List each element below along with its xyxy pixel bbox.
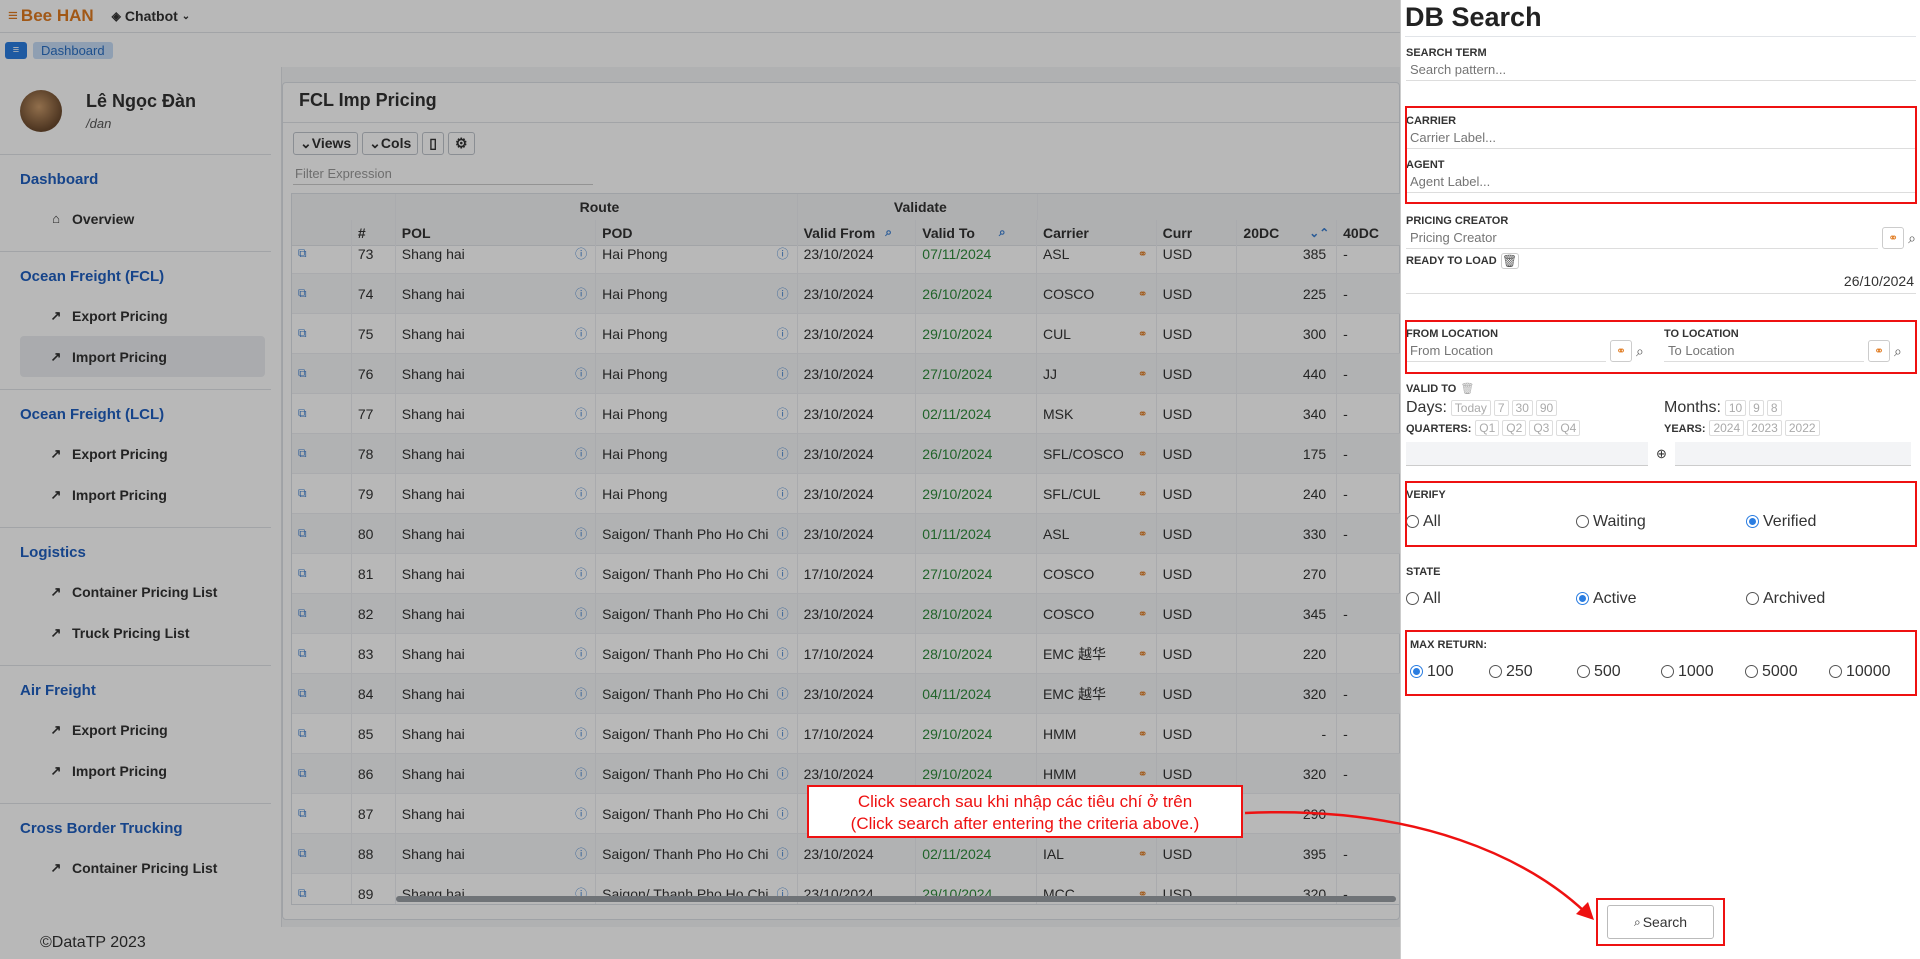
instruction-callout: Click search sau khi nhập các tiêu chí ở… bbox=[807, 785, 1243, 838]
drawer-title: DB Search bbox=[1405, 2, 1542, 32]
search-term-label: SEARCH TERM bbox=[1406, 47, 1487, 59]
search-button[interactable]: ⌕ Search bbox=[1607, 905, 1714, 939]
pricing-creator-input[interactable] bbox=[1406, 227, 1879, 249]
state-all-radio[interactable]: All bbox=[1406, 590, 1576, 608]
date-range-end-input[interactable] bbox=[1674, 442, 1911, 466]
date-range-start-input[interactable] bbox=[1406, 442, 1648, 466]
ready-to-load-label: READY TO LOAD bbox=[1406, 255, 1497, 267]
db-search-drawer: DB Search SEARCH TERM CARRIER AGENT PRIC… bbox=[1400, 0, 1920, 959]
link-icon[interactable]: ⚭ bbox=[1882, 227, 1905, 249]
days-30[interactable]: 30 bbox=[1511, 400, 1533, 416]
search-button-label: Search bbox=[1642, 914, 1688, 930]
search-term-input[interactable] bbox=[1406, 59, 1916, 81]
highlight-verify bbox=[1405, 481, 1917, 547]
months-10[interactable]: 10 bbox=[1724, 400, 1747, 416]
highlight-max-return bbox=[1405, 630, 1917, 696]
highlight-carrier-agent bbox=[1405, 106, 1917, 204]
days-7[interactable]: 7 bbox=[1493, 400, 1509, 416]
callout-line-vi: Click search sau khi nhập các tiêu chí ở… bbox=[857, 792, 1193, 811]
state-label: STATE bbox=[1406, 566, 1441, 578]
search-icon: ⌕ bbox=[1633, 914, 1641, 929]
days-today[interactable]: Today bbox=[1450, 400, 1491, 416]
days-90[interactable]: 90 bbox=[1535, 400, 1558, 416]
arrow-right-circle-icon: ⊕ bbox=[1656, 446, 1667, 461]
years-label: YEARS: bbox=[1664, 423, 1706, 435]
days-label: Days: bbox=[1406, 399, 1447, 416]
quarter-q1[interactable]: Q1 bbox=[1475, 420, 1500, 436]
year-2022[interactable]: 2022 bbox=[1784, 420, 1820, 436]
months-9[interactable]: 9 bbox=[1749, 400, 1764, 416]
months-8[interactable]: 8 bbox=[1766, 400, 1782, 416]
quarters-label: QUARTERS: bbox=[1406, 423, 1472, 435]
months-label: Months: bbox=[1664, 399, 1721, 416]
quarter-q2[interactable]: Q2 bbox=[1502, 420, 1527, 436]
trash-icon[interactable]: 🗑 bbox=[1460, 382, 1474, 395]
highlight-search: ⌕ Search bbox=[1596, 898, 1725, 946]
year-2023[interactable]: 2023 bbox=[1747, 420, 1782, 436]
state-archived-radio[interactable]: Archived bbox=[1746, 590, 1825, 608]
pricing-creator-label: PRICING CREATOR bbox=[1406, 215, 1509, 227]
quarter-q4[interactable]: Q4 bbox=[1556, 420, 1581, 436]
state-active-radio[interactable]: Active bbox=[1576, 590, 1746, 608]
ready-to-load-date[interactable]: 26/10/2024 bbox=[1406, 269, 1916, 294]
search-icon[interactable]: ⌕ bbox=[1908, 230, 1916, 247]
valid-to-label: VALID TO bbox=[1406, 382, 1457, 395]
highlight-locations bbox=[1405, 320, 1917, 374]
trash-icon[interactable]: 🗑 bbox=[1500, 253, 1519, 269]
year-2024[interactable]: 2024 bbox=[1709, 420, 1745, 436]
quarter-q3[interactable]: Q3 bbox=[1529, 420, 1554, 436]
callout-line-en: (Click search after entering the criteri… bbox=[850, 814, 1200, 833]
